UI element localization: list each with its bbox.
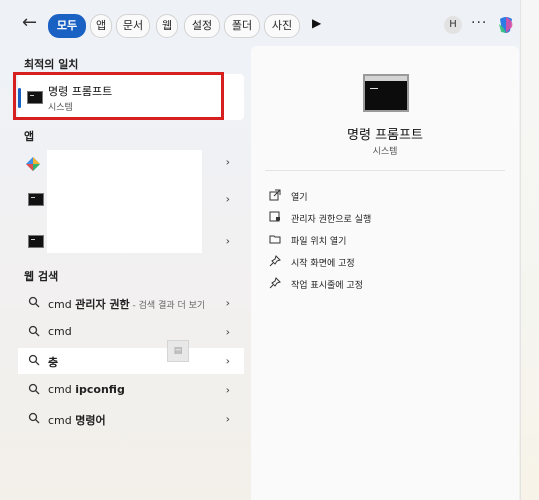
chevron-right-icon[interactable]: › bbox=[226, 193, 230, 206]
web-result-2[interactable]: cmd › bbox=[18, 319, 244, 345]
open-icon bbox=[269, 189, 281, 201]
cmd-icon bbox=[28, 193, 44, 206]
action-label: 작업 표시줄에 고정 bbox=[291, 281, 363, 291]
chevron-right-icon[interactable]: › bbox=[226, 156, 230, 169]
search-top-bar: ← 모두 앱 문서 웹 설정 폴더 사진 ▶ H ··· bbox=[18, 10, 528, 40]
pin-icon bbox=[269, 255, 281, 267]
chevron-right-icon[interactable]: › bbox=[226, 413, 230, 426]
details-subtitle: 시스템 bbox=[372, 147, 398, 157]
drag-ghost-icon: ▤ bbox=[167, 340, 189, 362]
apps-heading: 앱 bbox=[24, 130, 35, 143]
filter-tab-documents[interactable]: 문서 bbox=[116, 14, 150, 38]
web-result-5[interactable]: cmd 명령어 › bbox=[18, 406, 244, 432]
chevron-right-icon[interactable]: › bbox=[226, 235, 230, 248]
cmd-large-icon bbox=[363, 74, 409, 112]
folder-icon bbox=[269, 235, 281, 244]
background-edge bbox=[520, 0, 539, 500]
divider bbox=[265, 170, 505, 171]
shield-icon bbox=[269, 211, 280, 222]
web-result-1[interactable]: cmd 관리자 권한 - 검색 결과 더 보기 › bbox=[18, 290, 244, 316]
more-options-icon[interactable]: ··· bbox=[471, 15, 487, 31]
copilot-icon[interactable] bbox=[496, 15, 516, 35]
best-match-heading: 최적의 일치 bbox=[24, 58, 79, 71]
details-title: 명령 프롬프트 bbox=[347, 128, 423, 143]
web-result-text: cmd 명령어 bbox=[48, 414, 106, 427]
web-result-3[interactable]: 충 › bbox=[18, 348, 244, 374]
avatar[interactable]: H bbox=[444, 16, 462, 34]
search-icon bbox=[28, 325, 40, 337]
chevron-right-icon[interactable]: › bbox=[226, 297, 230, 310]
filter-tab-folders[interactable]: 폴더 bbox=[224, 14, 260, 38]
search-icon bbox=[28, 412, 40, 424]
chevron-right-icon[interactable]: › bbox=[226, 326, 230, 339]
gem-icon bbox=[26, 157, 40, 171]
search-icon bbox=[28, 354, 40, 366]
search-icon bbox=[28, 383, 40, 395]
web-search-heading: 웹 검색 bbox=[24, 270, 59, 283]
action-label: 열기 bbox=[291, 193, 308, 203]
filter-tab-apps[interactable]: 앱 bbox=[90, 14, 112, 38]
chevron-right-icon[interactable]: › bbox=[226, 384, 230, 397]
filter-tab-web[interactable]: 웹 bbox=[156, 14, 178, 38]
details-panel: 명령 프롬프트 시스템 열기 관리자 권한으로 실행 파일 위치 열기 시작 화… bbox=[251, 46, 519, 500]
filter-tab-all[interactable]: 모두 bbox=[48, 14, 86, 38]
web-result-text: cmd ipconfig bbox=[48, 383, 125, 396]
filter-tab-settings[interactable]: 설정 bbox=[184, 14, 220, 38]
filter-tab-photos[interactable]: 사진 bbox=[264, 14, 300, 38]
redacted-area bbox=[47, 150, 202, 253]
chevron-right-icon[interactable]: › bbox=[226, 355, 230, 368]
cmd-icon bbox=[28, 235, 44, 248]
play-icon[interactable]: ▶ bbox=[312, 16, 321, 30]
action-label: 파일 위치 열기 bbox=[291, 237, 347, 247]
back-arrow-icon[interactable]: ← bbox=[22, 14, 42, 34]
web-result-text: 충 bbox=[48, 356, 59, 369]
highlight-box bbox=[13, 72, 224, 120]
web-result-text: cmd bbox=[48, 325, 72, 338]
windows-search-window: ← 모두 앱 문서 웹 설정 폴더 사진 ▶ H ··· 최적의 일치 명령 프… bbox=[0, 0, 539, 500]
action-label: 관리자 권한으로 실행 bbox=[291, 215, 372, 225]
action-label: 시작 화면에 고정 bbox=[291, 259, 355, 269]
web-result-4[interactable]: cmd ipconfig › bbox=[18, 377, 244, 403]
web-result-text: cmd 관리자 권한 - 검색 결과 더 보기 bbox=[48, 298, 206, 311]
search-icon bbox=[28, 296, 40, 308]
pin-icon bbox=[269, 277, 281, 289]
